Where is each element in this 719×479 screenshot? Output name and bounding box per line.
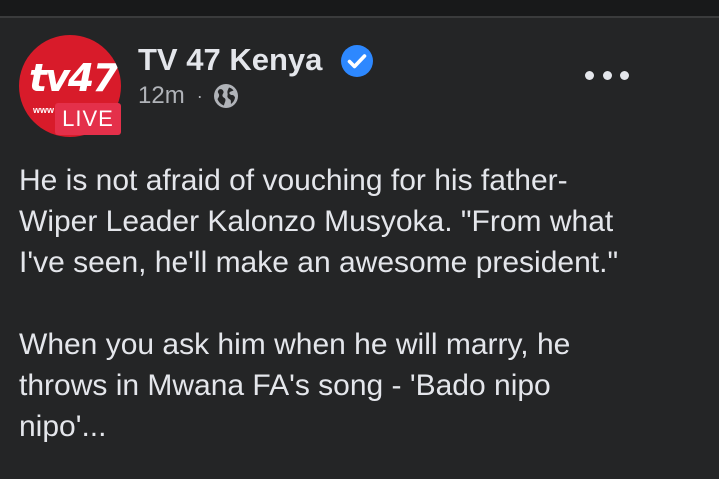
page-name-link[interactable]: TV 47 Kenya bbox=[138, 40, 322, 80]
top-bar bbox=[0, 0, 719, 16]
post-meta: 12m · bbox=[138, 80, 239, 112]
verified-badge-icon bbox=[341, 45, 373, 77]
post-timestamp[interactable]: 12m bbox=[138, 82, 185, 110]
meta-separator: · bbox=[196, 85, 203, 106]
post-text: He is not afraid of vouching for his fat… bbox=[19, 160, 709, 447]
globe-icon[interactable] bbox=[213, 83, 239, 109]
more-options-icon bbox=[585, 70, 594, 80]
post-paragraph: He is not afraid of vouching for his fat… bbox=[19, 164, 619, 279]
more-options-button[interactable] bbox=[585, 63, 629, 87]
more-options-icon-dot bbox=[602, 70, 612, 80]
tv47-logo: tv47 bbox=[29, 56, 119, 100]
divider bbox=[0, 16, 719, 18]
avatar-small-text: www bbox=[33, 105, 55, 115]
post-paragraph: When you ask him when he will marry, he … bbox=[19, 328, 571, 443]
more-options-icon-dot bbox=[620, 70, 629, 80]
live-badge: LIVE bbox=[55, 103, 121, 135]
